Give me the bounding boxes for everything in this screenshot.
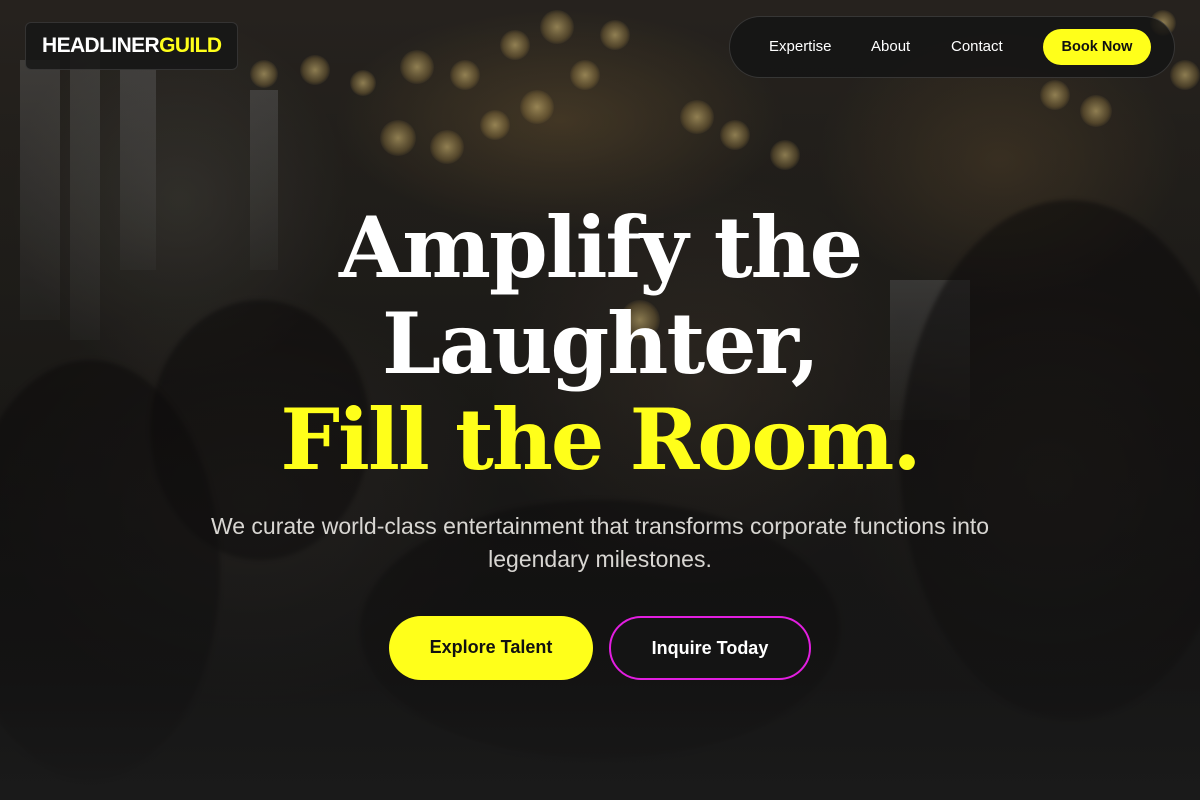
inquire-today-button[interactable]: Inquire Today <box>609 616 811 680</box>
brand-name-part2: GUILD <box>159 34 222 57</box>
page: HEADLINER GUILD Expertise About Contact B… <box>0 0 1200 800</box>
hero-title: Amplify the Laughter, Fill the Room. <box>0 200 1200 488</box>
nav-link-about[interactable]: About <box>871 17 910 77</box>
hero-title-line-3: Fill the Room. <box>280 390 921 489</box>
explore-talent-button[interactable]: Explore Talent <box>389 616 593 680</box>
main-nav: Expertise About Contact Book Now <box>729 16 1175 78</box>
nav-link-expertise[interactable]: Expertise <box>769 17 832 77</box>
book-now-button[interactable]: Book Now <box>1043 29 1151 65</box>
nav-link-contact[interactable]: Contact <box>951 17 1003 77</box>
hero-title-line-2: Laughter, <box>381 294 820 393</box>
hero-subtitle: We curate world-class entertainment that… <box>210 513 990 572</box>
hero-title-line-1: Amplify the <box>338 198 863 297</box>
brand-logo[interactable]: HEADLINER GUILD <box>25 22 239 70</box>
brand-name-part1: HEADLINER <box>42 34 160 57</box>
